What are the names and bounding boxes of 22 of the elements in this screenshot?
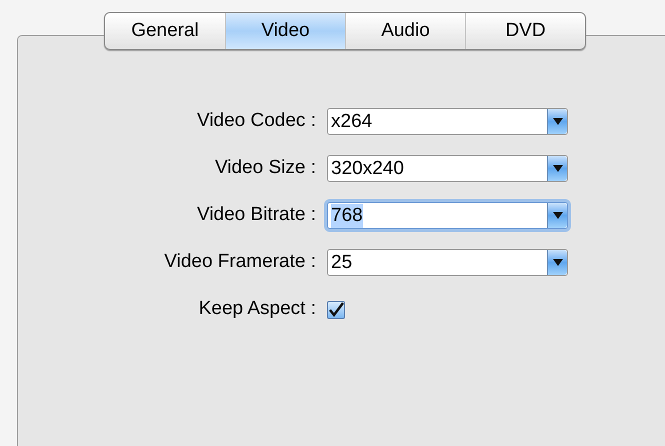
- caret-icon: [552, 259, 562, 266]
- caret-icon: [552, 165, 562, 172]
- field-label: Keep Aspect :: [198, 297, 316, 322]
- combo-value: 768: [331, 204, 363, 228]
- field-label: Video Framerate :: [163, 250, 316, 274]
- combo-value: x264: [331, 110, 372, 134]
- checkmark-icon: [328, 302, 344, 318]
- field-label: Video Size :: [214, 156, 316, 180]
- combo-value: 25: [331, 250, 352, 274]
- combo-box[interactable]: 768: [327, 202, 568, 229]
- combo-box[interactable]: x264: [327, 108, 568, 135]
- tab[interactable]: Audio: [345, 13, 465, 49]
- combo-box[interactable]: 25: [327, 249, 568, 276]
- checkbox[interactable]: [327, 300, 345, 318]
- caret-icon: [552, 212, 562, 219]
- field-label: Video Codec :: [196, 109, 316, 134]
- caret-icon: [552, 118, 562, 125]
- field-label: Video Bitrate :: [196, 203, 316, 228]
- tab[interactable]: Video: [225, 13, 345, 49]
- combo-box[interactable]: 320x240: [327, 155, 568, 182]
- combo-value: 320x240: [331, 156, 404, 180]
- tab[interactable]: General: [105, 13, 225, 49]
